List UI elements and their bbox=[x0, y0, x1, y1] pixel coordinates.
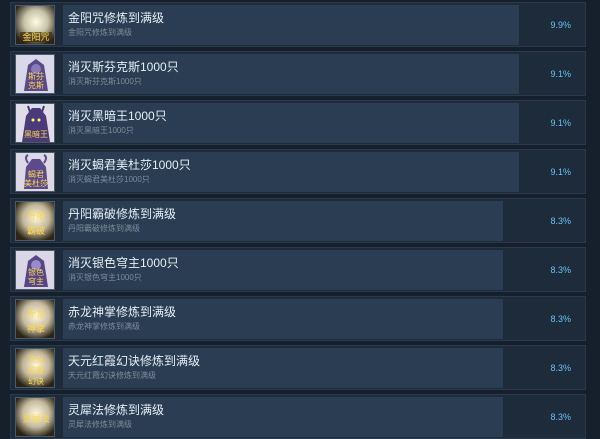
tianyuan-skill-icon: 天元 红霞 幻诀 bbox=[15, 348, 55, 388]
svg-text:天元: 天元 bbox=[28, 355, 44, 364]
achievement-row[interactable]: 丹阳 霸破 丹阳霸破修炼到满级 丹阳霸破修炼到满级 8.3% bbox=[10, 198, 586, 243]
svg-text:红霞: 红霞 bbox=[28, 365, 44, 375]
medusa-monster-icon: 蝎君 美杜莎 bbox=[15, 152, 55, 192]
achievement-desc: 天元红霞幻诀修炼到满级 bbox=[68, 371, 156, 380]
achievement-title: 天元红霞幻诀修炼到满级 bbox=[68, 354, 201, 368]
achievement-title: 灵犀法修炼到满级 bbox=[68, 403, 165, 417]
svg-text:霸破: 霸破 bbox=[27, 225, 45, 237]
svg-text:黑暗王: 黑暗王 bbox=[24, 129, 48, 139]
achievement-row[interactable]: 蝎君 美杜莎 消灭蝎君美杜莎1000只 消灭蝎君美杜莎1000只 9.1% bbox=[10, 149, 586, 194]
achievement-list: 金阳咒 金阳咒修炼到满级 金阳咒修炼到满级 9.9% 斯芬 克斯 消灭斯芬克斯1… bbox=[0, 0, 600, 439]
achievement-percent: 9.1% bbox=[550, 69, 571, 79]
svg-text:幻诀: 幻诀 bbox=[28, 376, 44, 386]
achievement-desc: 消灭银色穹主1000只 bbox=[68, 273, 142, 282]
achievement-percent: 9.9% bbox=[550, 20, 571, 30]
achievement-title: 丹阳霸破修炼到满级 bbox=[68, 207, 177, 221]
achievement-desc: 灵犀法修炼到满级 bbox=[68, 420, 132, 429]
sphinx-monster-icon: 斯芬 克斯 bbox=[15, 54, 55, 94]
red-dragon-palm-icon: 赤龙 神掌 bbox=[15, 299, 55, 339]
svg-text:赤龙: 赤龙 bbox=[27, 308, 45, 320]
svg-text:神掌: 神掌 bbox=[27, 323, 45, 335]
achievement-percent: 8.3% bbox=[550, 265, 571, 275]
golden-sun-spell-icon: 金阳咒 bbox=[15, 5, 55, 45]
achievement-title: 消灭蝎君美杜莎1000只 bbox=[68, 158, 191, 172]
achievement-title: 消灭银色穹主1000只 bbox=[68, 256, 179, 270]
lingxi-skill-icon: 灵犀法 bbox=[15, 397, 55, 437]
svg-text:穹主: 穹主 bbox=[28, 276, 44, 286]
svg-text:灵犀法: 灵犀法 bbox=[22, 413, 49, 425]
achievement-row[interactable]: 灵犀法 灵犀法修炼到满级 灵犀法修炼到满级 8.3% bbox=[10, 394, 586, 439]
achievement-percent: 8.3% bbox=[550, 412, 571, 422]
achievement-percent: 8.3% bbox=[550, 363, 571, 373]
svg-text:金阳咒: 金阳咒 bbox=[22, 31, 49, 43]
achievement-percent: 8.3% bbox=[550, 314, 571, 324]
achievement-percent: 9.1% bbox=[550, 118, 571, 128]
achievement-desc: 消灭蝎君美杜莎1000只 bbox=[68, 175, 150, 184]
achievement-percent: 9.1% bbox=[550, 167, 571, 177]
svg-text:银色: 银色 bbox=[28, 267, 44, 277]
achievement-row[interactable]: 银色 穹主 消灭银色穹主1000只 消灭银色穹主1000只 8.3% bbox=[10, 247, 586, 292]
achievement-percent: 8.3% bbox=[550, 216, 571, 226]
svg-text:克斯: 克斯 bbox=[28, 80, 44, 90]
svg-text:蝎君: 蝎君 bbox=[28, 169, 44, 179]
dark-king-monster-icon: 黑暗王 bbox=[15, 103, 55, 143]
danyang-skill-icon: 丹阳 霸破 bbox=[15, 201, 55, 241]
achievement-desc: 消灭斯芬克斯1000只 bbox=[68, 77, 142, 86]
silver-dome-lord-icon: 银色 穹主 bbox=[15, 250, 55, 290]
achievement-title: 消灭黑暗王1000只 bbox=[68, 109, 167, 123]
achievement-desc: 金阳咒修炼到满级 bbox=[68, 28, 132, 37]
achievement-row[interactable]: 斯芬 克斯 消灭斯芬克斯1000只 消灭斯芬克斯1000只 9.1% bbox=[10, 51, 586, 96]
achievement-row[interactable]: 赤龙 神掌 赤龙神掌修炼到满级 赤龙神掌修炼到满级 8.3% bbox=[10, 296, 586, 341]
achievement-row[interactable]: 黑暗王 消灭黑暗王1000只 消灭黑暗王1000只 9.1% bbox=[10, 100, 586, 145]
achievement-title: 消灭斯芬克斯1000只 bbox=[68, 60, 179, 74]
achievement-desc: 丹阳霸破修炼到满级 bbox=[68, 224, 140, 233]
svg-text:丹阳: 丹阳 bbox=[27, 211, 45, 222]
svg-text:美杜莎: 美杜莎 bbox=[24, 178, 48, 188]
achievement-title: 金阳咒修炼到满级 bbox=[68, 11, 165, 25]
achievement-row[interactable]: 天元 红霞 幻诀 天元红霞幻诀修炼到满级 天元红霞幻诀修炼到满级 8.3% bbox=[10, 345, 586, 390]
achievement-desc: 消灭黑暗王1000只 bbox=[68, 126, 134, 135]
achievement-desc: 赤龙神掌修炼到满级 bbox=[68, 322, 140, 331]
achievement-row[interactable]: 金阳咒 金阳咒修炼到满级 金阳咒修炼到满级 9.9% bbox=[10, 2, 586, 47]
svg-text:斯芬: 斯芬 bbox=[28, 71, 44, 81]
achievement-title: 赤龙神掌修炼到满级 bbox=[68, 305, 177, 319]
